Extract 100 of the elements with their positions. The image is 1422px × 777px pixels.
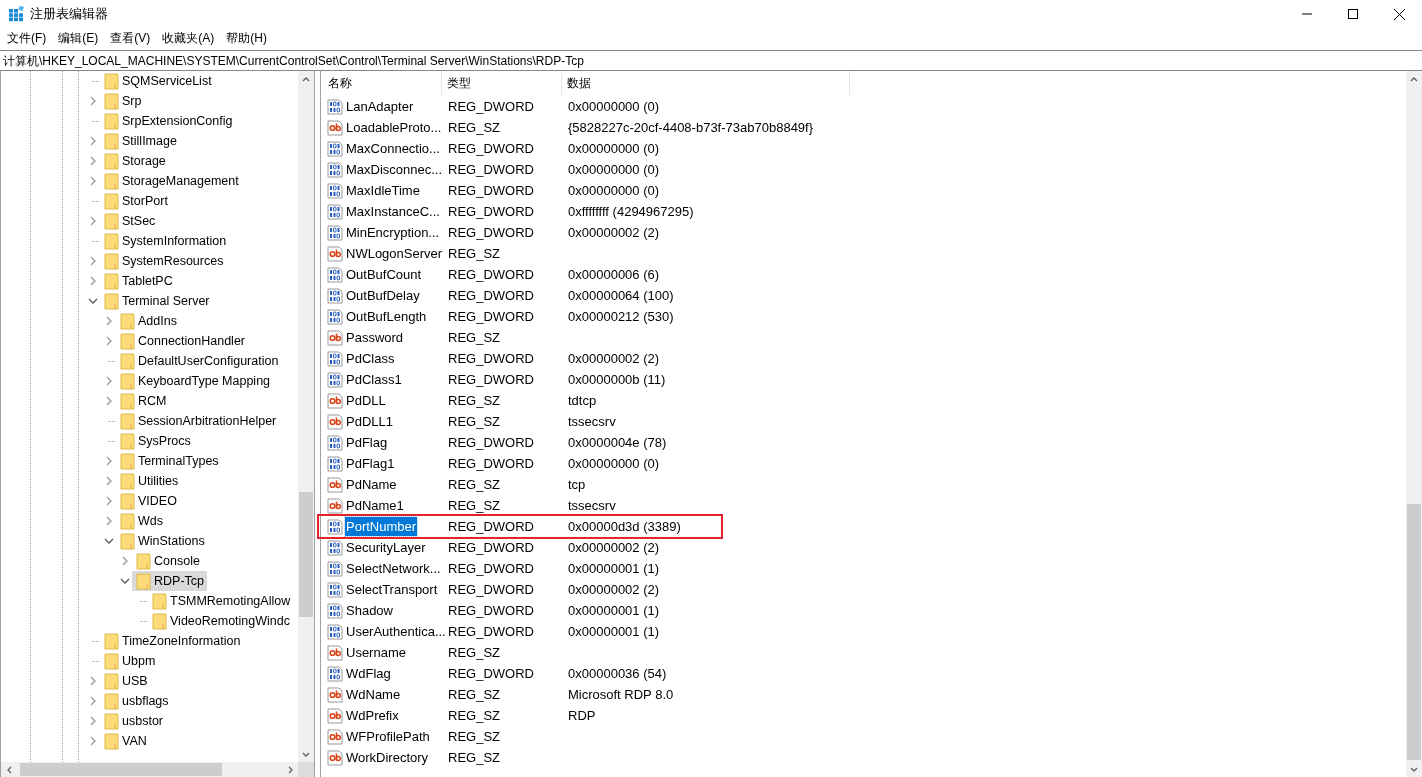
value-name[interactable]: PdName1 <box>345 495 405 516</box>
tree-item[interactable]: ConnectionHandler <box>116 331 248 351</box>
tree-item[interactable]: TimeZoneInformation <box>100 631 244 651</box>
scrollbar[interactable] <box>298 71 314 762</box>
tree-item[interactable]: SystemInformation <box>100 231 230 251</box>
value-name[interactable]: MaxConnectio... <box>345 138 441 159</box>
value-name[interactable]: MinEncryption... <box>345 222 441 243</box>
tree-item[interactable]: KeyboardType Mapping <box>116 371 274 391</box>
scrollbar[interactable] <box>1 762 314 777</box>
chevron-down-icon[interactable] <box>104 536 114 546</box>
tree-item[interactable]: VAN <box>100 731 150 751</box>
value-name[interactable]: WFProfilePath <box>345 726 431 747</box>
tree-item[interactable]: Srp <box>100 91 145 111</box>
value-name[interactable]: PdClass <box>345 348 396 369</box>
tree-item[interactable]: AddIns <box>116 311 180 331</box>
tree-item[interactable]: SystemResources <box>100 251 227 271</box>
tree-item[interactable]: Console <box>132 551 203 571</box>
chevron-right-icon[interactable] <box>104 376 114 386</box>
tree-item[interactable]: DefaultUserConfiguration <box>116 351 282 371</box>
chevron-down-icon[interactable] <box>120 576 130 586</box>
chevron-right-icon[interactable] <box>88 156 98 166</box>
value-name[interactable]: UserAuthentica... <box>345 621 447 642</box>
tree-item[interactable]: SrpExtensionConfig <box>100 111 236 131</box>
tree-item[interactable]: Ubpm <box>100 651 159 671</box>
tree-item[interactable]: SQMServiceList <box>100 71 215 91</box>
value-name[interactable]: PdFlag <box>345 432 389 453</box>
column-header[interactable]: 类型 <box>442 71 562 95</box>
tree-item[interactable]: StSec <box>100 211 159 231</box>
tree-item[interactable]: SessionArbitrationHelper <box>116 411 280 431</box>
chevron-right-icon[interactable] <box>104 476 114 486</box>
value-name[interactable]: PortNumber <box>345 516 418 537</box>
tree-item[interactable]: usbstor <box>100 711 166 731</box>
tree-item[interactable]: usbflags <box>100 691 172 711</box>
value-name[interactable]: WdPrefix <box>345 705 400 726</box>
tree-item[interactable]: SysProcs <box>116 431 194 451</box>
menu-item[interactable]: 编辑(E) <box>52 28 105 48</box>
chevron-right-icon[interactable] <box>88 736 98 746</box>
value-name[interactable]: PdDLL <box>345 390 387 411</box>
tree-item[interactable]: WinStations <box>116 531 208 551</box>
tree-item[interactable]: StorPort <box>100 191 171 211</box>
chevron-right-icon[interactable] <box>104 396 114 406</box>
value-name[interactable]: LoadableProto... <box>345 117 443 138</box>
value-name[interactable]: MaxInstanceC... <box>345 201 441 222</box>
tree-item[interactable]: Terminal Server <box>100 291 213 311</box>
chevron-right-icon[interactable] <box>104 456 114 466</box>
menu-item[interactable]: 收藏夹(A) <box>156 28 221 48</box>
value-name[interactable]: PdFlag1 <box>345 453 396 474</box>
chevron-right-icon[interactable] <box>88 136 98 146</box>
chevron-right-icon[interactable] <box>88 176 98 186</box>
value-name[interactable]: OutBufCount <box>345 264 423 285</box>
tree-item[interactable]: Wds <box>116 511 166 531</box>
chevron-right-icon[interactable] <box>88 676 98 686</box>
tree-item[interactable]: Storage <box>100 151 169 171</box>
value-name[interactable]: PdDLL1 <box>345 411 394 432</box>
chevron-right-icon[interactable] <box>88 256 98 266</box>
chevron-right-icon[interactable] <box>104 316 114 326</box>
value-name[interactable]: OutBufDelay <box>345 285 421 306</box>
chevron-right-icon[interactable] <box>104 336 114 346</box>
value-name[interactable]: PdClass1 <box>345 369 403 390</box>
value-name[interactable]: MaxDisconnec... <box>345 159 444 180</box>
chevron-right-icon[interactable] <box>120 556 130 566</box>
tree-item[interactable]: StillImage <box>100 131 180 151</box>
value-name[interactable]: SecurityLayer <box>345 537 427 558</box>
scrollbar[interactable] <box>1406 71 1422 777</box>
tree-item[interactable]: Utilities <box>116 471 182 491</box>
value-name[interactable]: PdName <box>345 474 398 495</box>
chevron-right-icon[interactable] <box>88 696 98 706</box>
value-name[interactable]: WdFlag <box>345 663 392 684</box>
address-field[interactable]: 计算机\HKEY_LOCAL_MACHINE\SYSTEM\CurrentControlSet\Control\Terminal Server\WinStations\RDP-Tcp <box>0 50 1422 71</box>
tree-item[interactable]: RCM <box>116 391 170 411</box>
column-header[interactable]: 名称 <box>323 71 442 95</box>
menu-item[interactable]: 查看(V) <box>104 28 157 48</box>
chevron-right-icon[interactable] <box>88 96 98 106</box>
value-name[interactable]: SelectTransport <box>345 579 439 600</box>
value-name[interactable]: NWLogonServer <box>345 243 444 264</box>
tree-item[interactable]: StorageManagement <box>100 171 242 191</box>
scroll-thumb[interactable] <box>20 763 222 776</box>
value-name[interactable]: Password <box>345 327 405 348</box>
scroll-thumb[interactable] <box>299 492 313 617</box>
scroll-thumb[interactable] <box>1407 504 1421 760</box>
tree-item[interactable]: USB <box>100 671 151 691</box>
chevron-right-icon[interactable] <box>104 516 114 526</box>
value-name[interactable]: Username <box>345 642 407 663</box>
chevron-right-icon[interactable] <box>88 716 98 726</box>
value-name[interactable]: LanAdapter <box>345 96 415 117</box>
tree-item[interactable]: TSMMRemotingAllow <box>148 591 294 611</box>
chevron-right-icon[interactable] <box>104 496 114 506</box>
chevron-right-icon[interactable] <box>88 276 98 286</box>
menu-item[interactable]: 帮助(H) <box>220 28 273 48</box>
value-name[interactable]: SelectNetwork... <box>345 558 442 579</box>
tree-item[interactable]: VideoRemotingWindc <box>148 611 293 631</box>
value-name[interactable]: OutBufLength <box>345 306 428 327</box>
tree-item[interactable]: TabletPC <box>100 271 176 291</box>
tree-item[interactable]: VIDEO <box>116 491 180 511</box>
menu-item[interactable]: 文件(F) <box>1 28 53 48</box>
value-name[interactable]: WdName <box>345 684 402 705</box>
value-name[interactable]: Shadow <box>345 600 394 621</box>
chevron-down-icon[interactable] <box>88 296 98 306</box>
tree-item[interactable]: RDP-Tcp <box>132 571 207 591</box>
value-name[interactable]: WorkDirectory <box>345 747 430 768</box>
